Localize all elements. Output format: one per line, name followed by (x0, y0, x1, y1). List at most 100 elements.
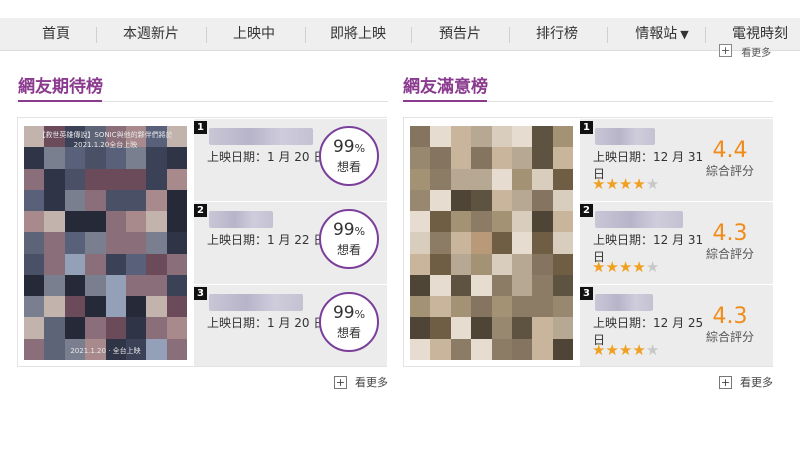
nav-now-showing[interactable]: 上映中 (222, 18, 286, 51)
poster-pixel (471, 338, 492, 360)
poster-pixel (146, 232, 167, 254)
poster-pixel (166, 211, 187, 233)
poster-pixel (44, 211, 65, 233)
featured-poster[interactable] (410, 126, 573, 360)
nav-divider (305, 27, 306, 43)
poster-pixel (430, 232, 451, 254)
poster-pixel (532, 274, 553, 297)
want-percent: 99 (332, 137, 355, 157)
poster-pixel (85, 147, 106, 169)
poster-pixel (24, 189, 45, 212)
release-date: 上映日期：1 月 20 日 (207, 150, 326, 164)
want-to-see-gauge: 99% 想看 (319, 209, 379, 269)
poster-pixel (105, 253, 126, 275)
star-rating: ★★★★★ (592, 177, 659, 192)
see-more-anticipated[interactable]: + 看更多 (334, 376, 388, 390)
poster-pixel (430, 147, 451, 169)
poster-pixel (24, 168, 45, 190)
poster-pixel (44, 189, 65, 212)
poster-image (410, 126, 573, 360)
poster-pixel (24, 211, 45, 233)
nav-home[interactable]: 首頁 (28, 18, 84, 51)
star-filled-icon: ★ (618, 258, 633, 276)
want-label: 想看 (336, 326, 361, 340)
release-date-line: 上映日期：12 月 31 (593, 233, 704, 247)
poster-pixel (410, 147, 431, 169)
poster-pixel (552, 296, 573, 318)
list-item[interactable]: 2 上映日期：1 月 22 日 99% 想看 (194, 201, 387, 283)
see-more-link-top[interactable]: + 看更多 (719, 44, 772, 59)
nav-this-week[interactable]: 本週新片 (112, 18, 190, 51)
satisfaction-panel: 1 上映日期：12 月 31 日 ★★★★★ 4.4 綜合評分 2 上映日期：1… (403, 117, 773, 367)
poster-pixel (552, 211, 573, 233)
poster-pixel (410, 189, 431, 212)
star-rating: ★★★★★ (592, 260, 659, 275)
poster-pixel (491, 296, 512, 318)
release-date: 上映日期：1 月 22 日 (207, 233, 326, 247)
poster-pixel (450, 232, 472, 254)
see-more-label: 看更多 (741, 48, 772, 59)
poster-pixel (146, 317, 167, 339)
poster-pixel (430, 211, 451, 233)
nav-trailers[interactable]: 預告片 (428, 18, 492, 51)
poster-pixel (471, 296, 492, 318)
poster-pixel (532, 232, 553, 254)
poster-pixel (125, 232, 147, 254)
poster-pixel (146, 189, 167, 212)
poster-pixel (125, 211, 147, 233)
plus-icon: + (719, 44, 732, 57)
poster-pixel (166, 274, 187, 297)
nav-coming-soon[interactable]: 即將上映 (320, 18, 396, 51)
poster-pixel (491, 147, 512, 169)
poster-pixel (450, 338, 472, 360)
poster-pixel (410, 253, 431, 275)
nav-news-label: 情報站 (635, 26, 678, 42)
nav-divider (206, 27, 207, 43)
poster-pixel (532, 211, 553, 233)
list-item[interactable]: 1 上映日期：12 月 31 日 ★★★★★ 4.4 綜合評分 (580, 118, 773, 200)
want-percent: 99 (332, 220, 355, 240)
poster-pixel (166, 189, 187, 212)
see-more-satisfaction[interactable]: + 看更多 (719, 376, 773, 390)
poster-pixel (166, 147, 187, 169)
poster-pixel (410, 274, 431, 297)
nav-divider (607, 27, 608, 43)
poster-pixel (450, 126, 472, 148)
poster-pixel (146, 211, 167, 233)
poster-pixel (64, 317, 86, 339)
poster-pixel (166, 253, 187, 275)
poster-pixel (491, 317, 512, 339)
list-item[interactable]: 3 上映日期：12 月 25 日 ★★★★★ 4.3 綜合評分 (580, 284, 773, 366)
anticipated-rank-list: 1 上映日期：1 月 20 日 99% 想看 2 上映日期：1 月 22 日 9… (194, 118, 387, 366)
chevron-down-icon: ▼ (680, 28, 689, 41)
poster-pixel (64, 274, 86, 297)
poster-caption-top: 【救世英雄傳說】SONIC與他的夥伴們將於2021.1.20全台上映 (38, 131, 173, 149)
poster-pixel (105, 168, 126, 190)
star-filled-icon: ★ (605, 258, 619, 276)
want-label: 想看 (336, 160, 361, 174)
poster-pixel (64, 232, 86, 254)
want-label: 想看 (336, 243, 361, 257)
poster-pixel (166, 317, 187, 339)
list-item[interactable]: 1 上映日期：1 月 20 日 99% 想看 (194, 118, 387, 200)
star-filled-icon: ★ (632, 341, 646, 359)
rank-badge: 3 (580, 287, 593, 300)
poster-pixel (430, 253, 451, 275)
list-item[interactable]: 3 上映日期：1 月 20 日 99% 想看 (194, 284, 387, 366)
list-item[interactable]: 2 上映日期：12 月 31 日 ★★★★★ 4.3 綜合評分 (580, 201, 773, 283)
release-date-line: 上映日期：12 月 25 (593, 316, 704, 330)
poster-pixel (24, 253, 45, 275)
nav-rankings[interactable]: 排行榜 (525, 18, 589, 51)
poster-pixel (532, 147, 553, 169)
movie-title-blurred (209, 211, 273, 228)
nav-news[interactable]: 情報站 ▼ (622, 18, 702, 51)
poster-pixel (64, 211, 86, 233)
poster-pixel (532, 253, 553, 275)
release-date: 上映日期：1 月 20 日 (207, 316, 326, 330)
poster-pixel (491, 168, 512, 190)
poster-pixel (491, 126, 512, 148)
poster-pixel (125, 274, 147, 297)
poster-pixel (511, 274, 533, 297)
poster-pixel (552, 317, 573, 339)
featured-poster[interactable]: 【救世英雄傳說】SONIC與他的夥伴們將於2021.1.20全台上映 2021.… (24, 126, 187, 360)
